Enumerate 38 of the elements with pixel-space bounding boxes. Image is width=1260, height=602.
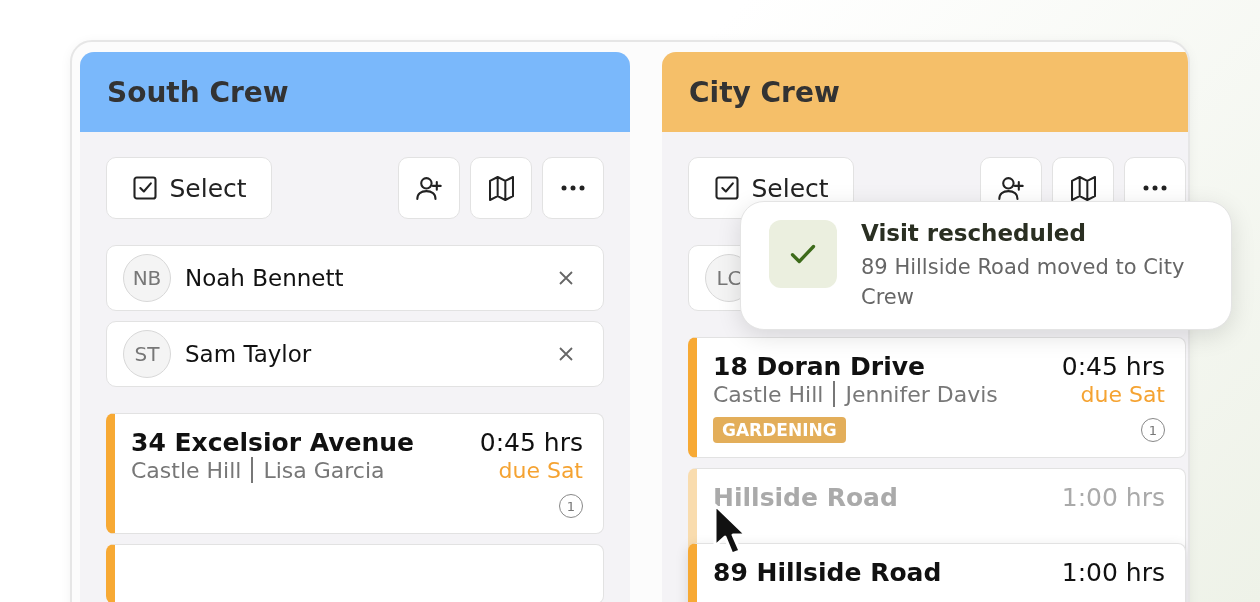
remove-icon[interactable] <box>557 345 575 363</box>
select-button[interactable]: Select <box>106 157 272 219</box>
more-icon <box>560 184 586 192</box>
due-date: due Sat <box>498 458 583 483</box>
job-details: Castle Hill Jennifer Davis <box>713 381 998 407</box>
job-address: 89 Hillside Road <box>713 558 942 587</box>
job-address: Hillside Road <box>713 483 898 512</box>
job-details: Castle Hill Lisa Garcia <box>131 457 385 483</box>
job-card[interactable]: 34 Excelsior Avenue 0:45 hrs Castle Hill Lisa Garcia due Sat 1 <box>106 413 604 534</box>
job-duration: 1:00 hrs <box>1061 483 1165 512</box>
job-card[interactable]: 18 Doran Drive 0:45 hrs Castle Hill Jennifer Davis due Sat GARDENING 1 <box>688 337 1186 458</box>
map-button[interactable] <box>470 157 532 219</box>
job-duration: 1:00 hrs <box>1061 558 1165 587</box>
map-icon <box>1070 175 1096 201</box>
avatar: NB <box>123 254 171 302</box>
job-duration: 0:45 hrs <box>1061 352 1165 381</box>
avatar: ST <box>123 330 171 378</box>
more-icon <box>1142 184 1168 192</box>
checkbox-icon <box>713 174 742 202</box>
column-title: South Crew <box>107 75 289 109</box>
job-duration: 0:45 hrs <box>479 428 583 457</box>
due-date: due Sat <box>1080 382 1165 407</box>
category-tag: GARDENING <box>713 417 846 443</box>
member-name: Sam Taylor <box>185 341 313 367</box>
add-person-button[interactable] <box>398 157 460 219</box>
map-icon <box>488 175 514 201</box>
job-address: 34 Excelsior Avenue <box>131 428 414 457</box>
check-icon <box>769 220 837 288</box>
toast-message: 89 Hillside Road moved to City Crew <box>861 254 1186 312</box>
dragged-job-card[interactable]: 89 Hillside Road 1:00 hrs <box>688 543 1186 602</box>
add-person-icon <box>998 176 1024 200</box>
column-title: City Crew <box>689 75 840 109</box>
toast-title: Visit rescheduled <box>861 220 1087 246</box>
remove-icon[interactable] <box>557 269 575 287</box>
checkbox-icon <box>131 174 160 202</box>
job-address: 18 Doran Drive <box>713 352 926 381</box>
add-person-icon <box>416 176 442 200</box>
member-name: Noah Bennett <box>185 265 345 291</box>
